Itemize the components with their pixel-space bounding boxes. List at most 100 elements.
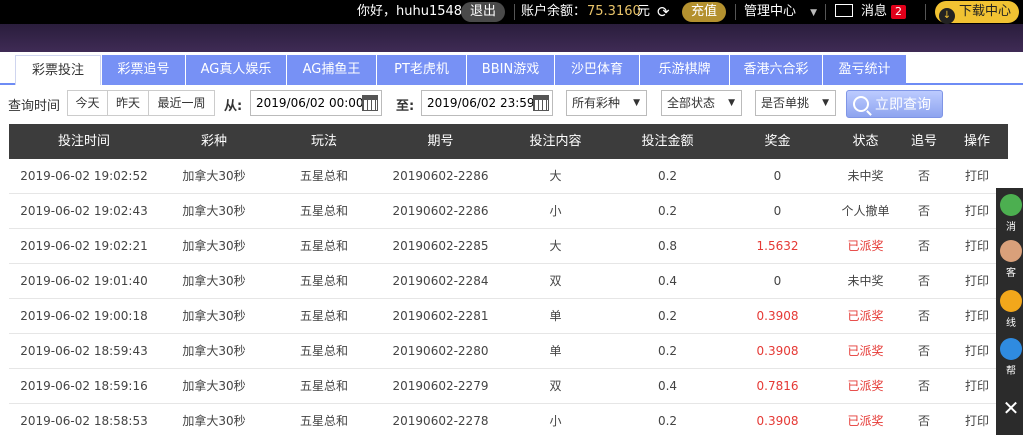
- cell-content: 单: [549, 309, 562, 323]
- customer-service-widget[interactable]: 客: [999, 240, 1023, 279]
- tab-profit-loss[interactable]: 盈亏统计: [822, 55, 906, 85]
- divider: [514, 4, 515, 20]
- cell-play: 五星总和: [299, 239, 348, 253]
- tab-bbin-games[interactable]: BBIN游戏: [466, 55, 554, 85]
- recharge-button[interactable]: 充值: [682, 2, 726, 22]
- cell-lottery: 加拿大30秒: [182, 309, 246, 323]
- tab-lottery-bets[interactable]: 彩票投注: [15, 55, 101, 85]
- manage-center-menu[interactable]: 管理中心 ▼: [744, 0, 817, 24]
- calendar-icon[interactable]: [533, 95, 549, 111]
- close-icon: ✕: [1002, 396, 1020, 420]
- side-widget-bar: 消 客 线 帮 ✕: [996, 188, 1023, 435]
- cell-bet-time: 2019-06-02 19:02:52: [20, 169, 148, 183]
- cell-bet-time: 2019-06-02 19:02:21: [20, 239, 148, 253]
- close-widget[interactable]: ✕: [999, 398, 1023, 418]
- cell-issue: 20190602-2286: [392, 169, 489, 183]
- single-pick-select[interactable]: 是否单挑 ▼: [755, 90, 836, 116]
- col-header-content: 投注内容: [529, 134, 582, 149]
- route-widget[interactable]: 线: [999, 290, 1023, 329]
- message-widget-label: 消: [1006, 222, 1016, 233]
- help-widget[interactable]: 帮: [999, 338, 1023, 377]
- calendar-icon[interactable]: [362, 95, 378, 111]
- lottery-type-select[interactable]: 所有彩种 ▼: [566, 90, 647, 116]
- query-button[interactable]: 立即查询: [846, 90, 943, 118]
- cell-issue: 20190602-2284: [392, 274, 489, 288]
- cell-prize: 1.5632: [756, 239, 799, 253]
- col-header-play: 玩法: [310, 134, 337, 149]
- header-band: [0, 24, 1023, 52]
- last-week-button[interactable]: 最近一周: [148, 90, 215, 116]
- tab-bar: 彩票投注 彩票追号 AG真人娱乐 AG捕鱼王 PT老虎机 BBIN游戏 沙巴体育…: [0, 52, 1023, 85]
- cell-bet-time: 2019-06-02 18:59:43: [20, 344, 148, 358]
- lottery-type-value: 所有彩种: [572, 96, 621, 110]
- balance-value: 75.3160: [587, 4, 641, 19]
- cell-issue: 20190602-2280: [392, 344, 489, 358]
- cell-lottery: 加拿大30秒: [182, 204, 246, 218]
- agent-avatar-icon: [1000, 240, 1022, 262]
- cell-amount: 0.2: [657, 344, 678, 358]
- to-label: 至:: [396, 99, 415, 114]
- route-widget-label: 线: [1006, 318, 1016, 329]
- cell-content: 双: [549, 274, 562, 288]
- col-header-lottery: 彩种: [200, 134, 227, 149]
- tab-saba-sports[interactable]: 沙巴体育: [554, 55, 639, 85]
- divider: [825, 4, 826, 20]
- cell-prize: 0: [773, 274, 782, 288]
- tab-leyou-cards[interactable]: 乐游棋牌: [639, 55, 729, 85]
- cell-amount: 0.2: [657, 169, 678, 183]
- single-pick-value: 是否单挑: [761, 96, 810, 110]
- question-icon: [1000, 290, 1022, 312]
- cell-content: 双: [549, 379, 562, 393]
- cell-status: 已派奖: [847, 414, 884, 428]
- cell-lottery: 加拿大30秒: [182, 274, 246, 288]
- tab-ag-fishing[interactable]: AG捕鱼王: [286, 55, 376, 85]
- table-body: 2019-06-02 19:02:52 加拿大30秒 五星总和 20190602-22…: [9, 159, 1008, 435]
- col-header-issue: 期号: [427, 134, 454, 149]
- cell-status: 未中奖: [847, 169, 884, 183]
- table-row: 2019-06-02 19:02:52 加拿大30秒 五星总和 20190602-22…: [9, 159, 1008, 194]
- help-widget-label: 帮: [1006, 366, 1016, 377]
- table-row: 2019-06-02 18:59:16 加拿大30秒 五星总和 20190602-22…: [9, 369, 1008, 404]
- from-date-input[interactable]: 2019/06/02 00:00: [250, 90, 382, 116]
- cell-prize: 0.3908: [756, 309, 799, 323]
- message-count-badge: 2: [891, 5, 907, 19]
- tab-pt-slots[interactable]: PT老虎机: [376, 55, 466, 85]
- top-bar: 你好，huhu1548 退出 账户余额： 75.3160 元 ⟳ 充值 管理中心…: [0, 0, 1023, 24]
- cell-content: 大: [549, 169, 562, 183]
- message-widget[interactable]: 消: [999, 194, 1023, 233]
- cell-content: 大: [549, 239, 562, 253]
- today-button[interactable]: 今天: [67, 90, 108, 116]
- cell-status: 已派奖: [847, 344, 884, 358]
- cell-content: 小: [549, 204, 562, 218]
- cell-status: 已派奖: [847, 309, 884, 323]
- cell-content: 小: [549, 414, 562, 428]
- col-header-prize: 奖金: [764, 134, 791, 149]
- help-cloud-icon: [1000, 338, 1022, 360]
- messages-link[interactable]: 消息 2: [835, 0, 907, 24]
- status-select[interactable]: 全部状态 ▼: [661, 90, 742, 116]
- table-row: 2019-06-02 19:02:43 加拿大30秒 五星总和 20190602-22…: [9, 194, 1008, 229]
- cell-chase: 否: [917, 274, 930, 288]
- cell-prize: 0.3908: [756, 414, 799, 428]
- cell-lottery: 加拿大30秒: [182, 169, 246, 183]
- chat-bubble-icon: [1000, 194, 1022, 216]
- cell-bet-time: 2019-06-02 19:01:40: [20, 274, 148, 288]
- tab-ag-live[interactable]: AG真人娱乐: [185, 55, 286, 85]
- tab-hk-mark-six[interactable]: 香港六合彩: [729, 55, 822, 85]
- logout-button[interactable]: 退出: [461, 2, 505, 22]
- cell-prize: 0.3908: [756, 344, 799, 358]
- cell-chase: 否: [917, 169, 930, 183]
- col-header-chase: 追号: [910, 134, 937, 149]
- cell-chase: 否: [917, 239, 930, 253]
- divider: [925, 4, 926, 20]
- to-date-input[interactable]: 2019/06/02 23:59: [421, 90, 553, 116]
- customer-service-label: 客: [1006, 268, 1016, 279]
- yesterday-button[interactable]: 昨天: [107, 90, 149, 116]
- cell-amount: 0.2: [657, 204, 678, 218]
- download-center-button[interactable]: ↓ 下载中心: [935, 1, 1020, 24]
- cell-issue: 20190602-2279: [392, 379, 489, 393]
- tab-lottery-chase[interactable]: 彩票追号: [101, 55, 185, 85]
- refresh-icon[interactable]: ⟳: [657, 0, 670, 24]
- chevron-down-icon: ▼: [822, 98, 829, 108]
- cell-lottery: 加拿大30秒: [182, 239, 246, 253]
